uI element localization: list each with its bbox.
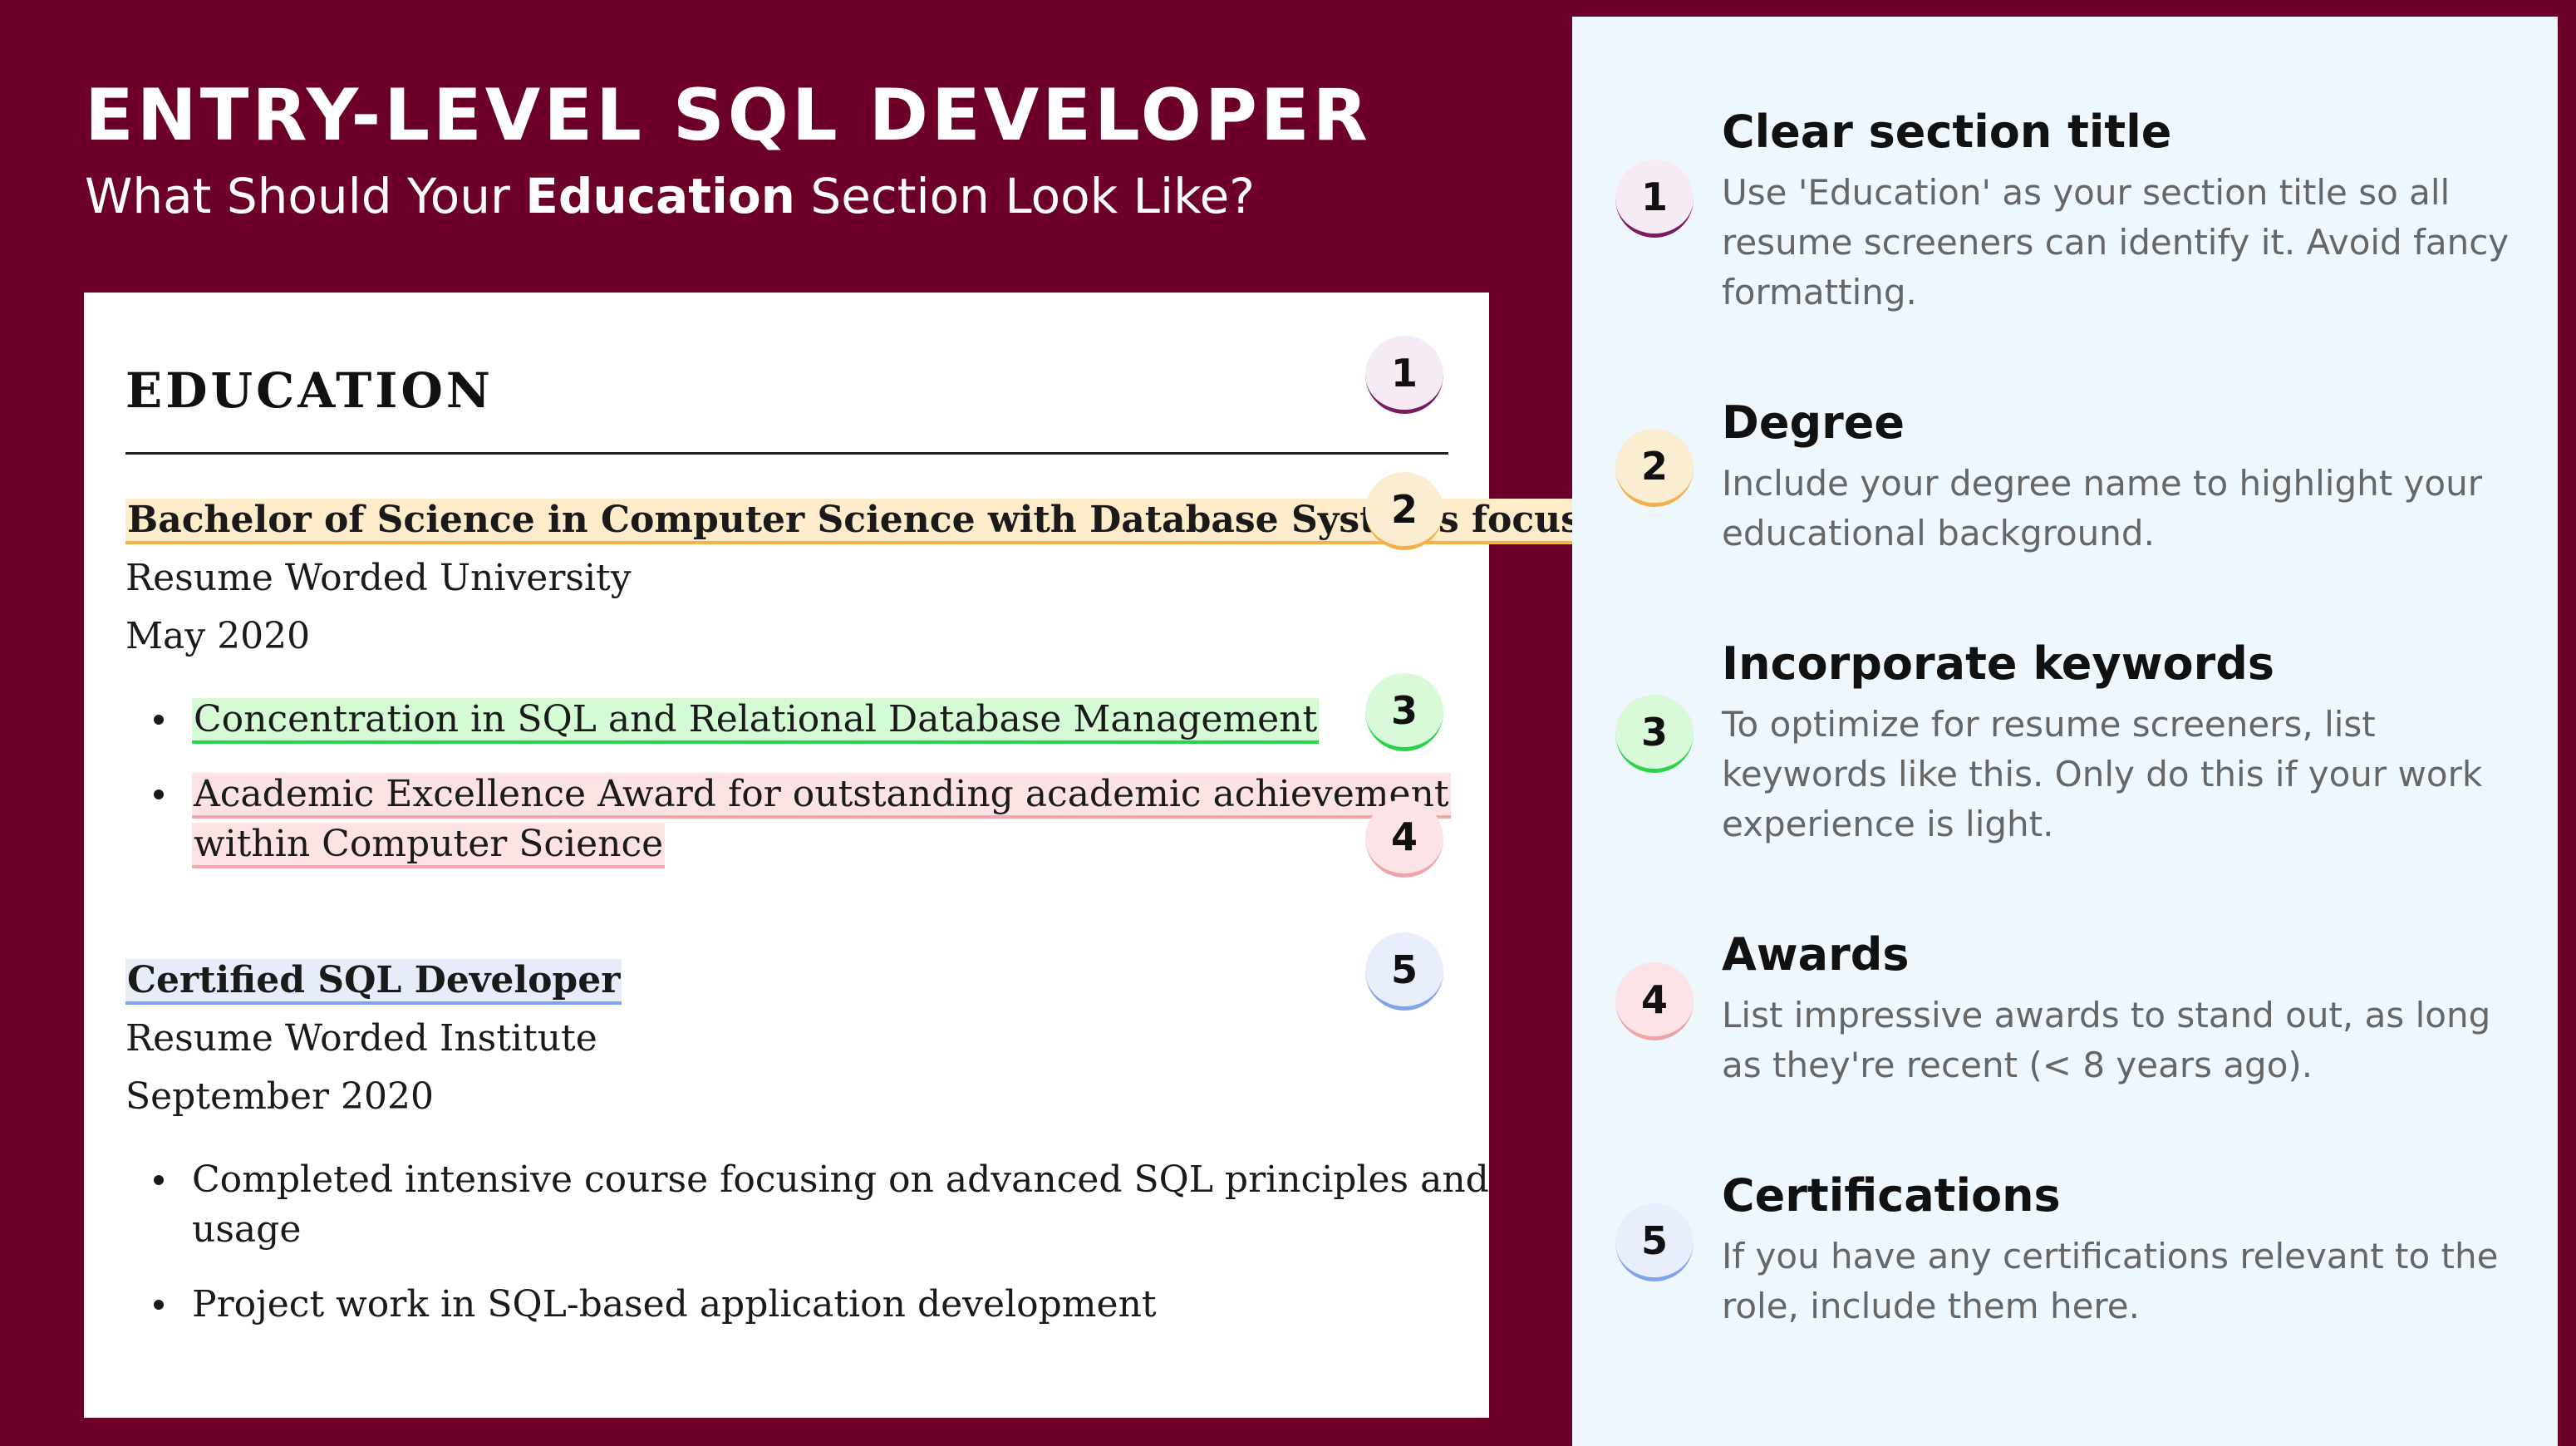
marker-1: 1 — [1365, 336, 1443, 414]
tip-marker-2: 2 — [1615, 429, 1694, 507]
tip-description: To optimize for resume screeners, list k… — [1722, 704, 2483, 844]
bullet-dot — [154, 789, 164, 799]
tip-description: If you have any certifications relevant … — [1722, 1236, 2499, 1326]
bullet-item: Completed intensive course focusing on a… — [192, 1158, 1489, 1201]
award-highlight: Academic Excellence Award for outstandin… — [192, 773, 1451, 819]
bullet-dot — [154, 1300, 164, 1310]
tip-description: Use 'Education' as your section title so… — [1722, 172, 2510, 312]
marker-3: 3 — [1365, 673, 1443, 751]
page-subtitle: What Should Your Education Section Look … — [85, 163, 1255, 229]
subtitle-pre: What Should Your — [85, 168, 526, 224]
bullet-item-continued: usage — [192, 1208, 302, 1251]
graduation-date: May 2020 — [125, 615, 311, 657]
tip-description: Include your degree name to highlight yo… — [1722, 463, 2482, 553]
bullet-item-continued: within Computer Science — [192, 819, 666, 869]
tips-panel: 1 Clear section title Use 'Education' as… — [1572, 17, 2558, 1446]
tip-marker-5: 5 — [1615, 1203, 1694, 1281]
bullet-item: Academic Excellence Award for outstandin… — [192, 770, 1451, 819]
education-section-title: EDUCATION — [125, 362, 494, 419]
degree-highlight: Bachelor of Science in Computer Science … — [125, 499, 1583, 544]
subtitle-bold: Education — [525, 168, 795, 224]
tip-marker-1: 1 — [1615, 160, 1694, 238]
bullet-dot — [154, 715, 164, 725]
tip-marker-4: 4 — [1615, 962, 1694, 1040]
bullet-item: Project work in SQL-based application de… — [192, 1283, 1157, 1326]
school-name: Resume Worded University — [125, 557, 632, 599]
tip-title: Clear section title — [1722, 106, 2172, 158]
certification-line: Certified SQL Developer — [125, 956, 622, 1006]
subtitle-post: Section Look Like? — [794, 168, 1256, 224]
marker-2: 2 — [1365, 472, 1443, 550]
bullet-item: Concentration in SQL and Relational Data… — [192, 695, 1320, 745]
tip-marker-3: 3 — [1615, 695, 1694, 773]
tip-title: Degree — [1722, 396, 1905, 449]
tip-description: List impressive awards to stand out, as … — [1722, 995, 2491, 1085]
award-highlight-continued: within Computer Science — [192, 823, 666, 868]
certification-highlight: Certified SQL Developer — [125, 959, 622, 1005]
tip-title: Certifications — [1722, 1169, 2061, 1222]
section-divider — [125, 452, 1448, 455]
institute-name: Resume Worded Institute — [125, 1017, 597, 1060]
resume-education-card: EDUCATION 1 Bachelor of Science in Compu… — [84, 293, 1583, 1418]
bullet-dot — [154, 1175, 164, 1185]
tip-title: Awards — [1722, 928, 1910, 981]
marker-5: 5 — [1365, 932, 1443, 1011]
certification-date: September 2020 — [125, 1075, 434, 1118]
degree-line: Bachelor of Science in Computer Science … — [125, 495, 1583, 545]
tip-title: Incorporate keywords — [1722, 637, 2275, 690]
marker-4: 4 — [1365, 799, 1443, 878]
keyword-highlight: Concentration in SQL and Relational Data… — [192, 698, 1320, 744]
page-title: ENTRY-LEVEL SQL DEVELOPER — [85, 74, 1371, 157]
